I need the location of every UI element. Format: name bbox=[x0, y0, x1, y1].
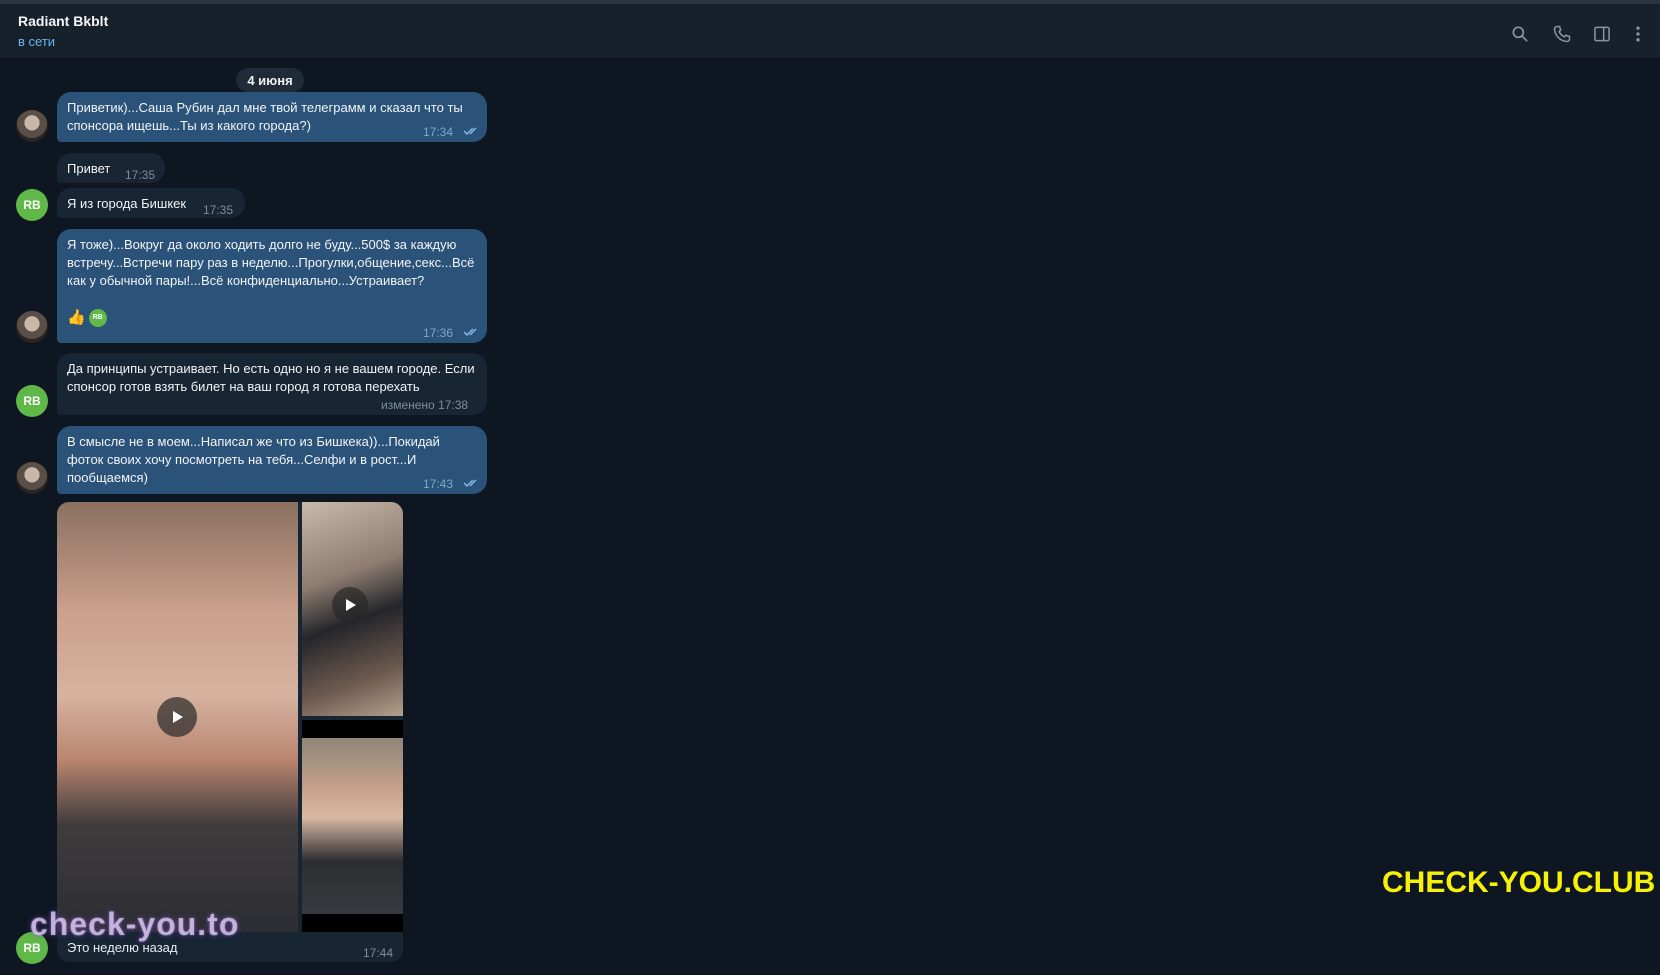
search-icon[interactable] bbox=[1508, 22, 1532, 46]
sender-avatar[interactable] bbox=[16, 110, 48, 142]
message-text: Привет bbox=[67, 161, 111, 176]
sender-avatar[interactable] bbox=[16, 311, 48, 343]
message-text: Да принципы устраивает. Но есть одно но … bbox=[67, 361, 475, 394]
double-check-icon bbox=[463, 479, 477, 488]
play-icon[interactable] bbox=[332, 587, 368, 623]
message-time: 17:35 bbox=[125, 168, 156, 182]
double-check-icon bbox=[463, 127, 477, 136]
message-bubble[interactable]: Привет 17:35 bbox=[57, 153, 165, 183]
more-vertical-icon[interactable] bbox=[1626, 22, 1650, 46]
video-thumbnail[interactable] bbox=[302, 502, 403, 716]
message-time: 17:35 bbox=[203, 203, 234, 217]
sidebar-toggle-icon[interactable] bbox=[1590, 22, 1614, 46]
watermark-right: CHECK-YOU.CLUB bbox=[1382, 866, 1656, 899]
contact-avatar[interactable]: RB bbox=[16, 189, 48, 221]
double-check-icon bbox=[463, 328, 477, 337]
date-separator: 4 июня bbox=[236, 68, 304, 92]
message-text: Я тоже)...Вокруг да около ходить долго н… bbox=[67, 237, 475, 288]
message-time: 17:34 bbox=[423, 125, 454, 139]
message-text: Приветик)...Саша Рубин дал мне твой теле… bbox=[67, 100, 463, 133]
reactions[interactable]: 👍 RB bbox=[67, 309, 107, 327]
play-icon[interactable] bbox=[157, 697, 197, 737]
media-album[interactable]: Это неделю назад 17:44 bbox=[57, 502, 403, 962]
message-bubble[interactable]: Приветик)...Саша Рубин дал мне твой теле… bbox=[57, 92, 487, 142]
selfie-image bbox=[302, 738, 403, 914]
phone-icon[interactable] bbox=[1550, 22, 1574, 46]
message-text: Я из города Бишкек bbox=[67, 196, 187, 211]
chat-title[interactable]: Radiant Bkblt bbox=[18, 13, 108, 29]
chat-header: Radiant Bkblt в сети bbox=[0, 4, 1660, 59]
message-bubble[interactable]: Я из города Бишкек 17:35 bbox=[57, 188, 245, 218]
message-bubble[interactable]: Я тоже)...Вокруг да около ходить долго н… bbox=[57, 229, 487, 343]
chat-status: в сети bbox=[18, 34, 56, 49]
message-time: 17:43 bbox=[423, 477, 454, 491]
photo-thumbnail[interactable] bbox=[302, 720, 403, 932]
reaction-user-avatar: RB bbox=[88, 309, 107, 327]
contact-avatar[interactable]: RB bbox=[16, 385, 48, 417]
message-bubble[interactable]: Да принципы устраивает. Но есть одно но … bbox=[57, 353, 487, 415]
message-bubble[interactable]: В смысле не в моем...Написал же что из Б… bbox=[57, 426, 487, 494]
thumbs-up-reaction[interactable]: 👍 bbox=[67, 309, 86, 327]
message-time: изменено 17:38 bbox=[381, 398, 469, 412]
sender-avatar[interactable] bbox=[16, 462, 48, 494]
video-thumbnail[interactable] bbox=[57, 502, 298, 932]
message-text: В смысле не в моем...Написал же что из Б… bbox=[67, 434, 440, 485]
message-time: 17:36 bbox=[423, 326, 454, 340]
message-time: 17:44 bbox=[362, 946, 393, 960]
watermark-left: check-you.to bbox=[30, 906, 240, 942]
